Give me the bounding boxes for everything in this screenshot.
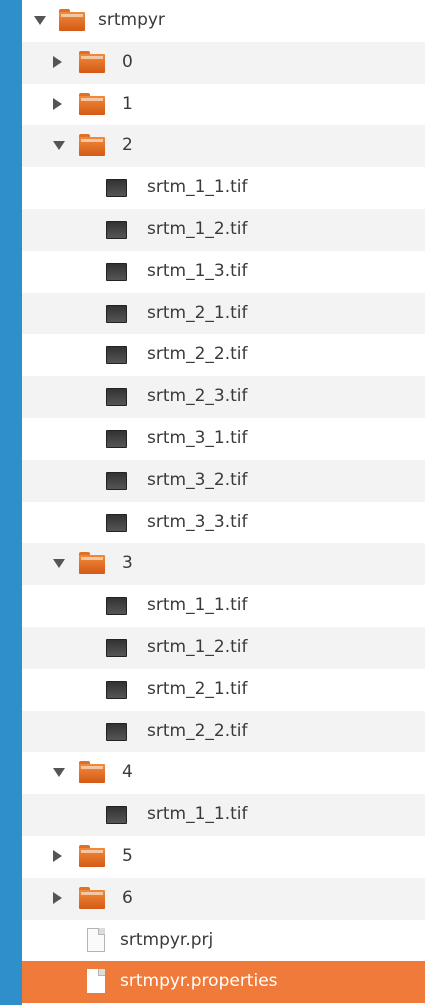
file-tree-panel: srtmpyr 0 1 2 srtm_1_1.tif srtm_1_2.tif srtm_1… xyxy=(22,0,425,1005)
expand-arrow-right-icon[interactable] xyxy=(53,849,62,862)
folder-icon xyxy=(59,9,85,31)
tree-item-label: srtm_2_2.tif xyxy=(147,344,248,365)
tree-folder-row[interactable]: 4 xyxy=(22,752,425,794)
tree-file-row[interactable]: srtm_1_1.tif xyxy=(22,167,425,209)
tree-file-row[interactable]: srtm_2_2.tif xyxy=(22,710,425,753)
tree-item-label: srtm_1_1.tif xyxy=(147,595,248,616)
tree-item-label: srtm_1_1.tif xyxy=(147,177,248,198)
tree-item-label: srtm_2_2.tif xyxy=(147,720,248,741)
expand-arrow-down-icon[interactable] xyxy=(34,16,46,25)
tree-file-row[interactable]: srtm_1_1.tif xyxy=(22,585,425,627)
tree-item-label: srtmpyr.prj xyxy=(120,929,214,950)
tree-item-label: srtm_3_1.tif xyxy=(147,427,248,448)
expand-arrow-down-icon[interactable] xyxy=(53,141,65,151)
folder-icon xyxy=(79,844,105,867)
tree-file-row[interactable]: srtmpyr.properties xyxy=(22,961,425,1004)
tree-item-label: srtm_2_3.tif xyxy=(147,386,248,407)
tree-item-label: srtm_1_3.tif xyxy=(147,260,248,281)
tree-file-row[interactable]: srtm_2_1.tif xyxy=(22,669,425,711)
tree-item-label: 6 xyxy=(122,887,133,908)
raster-file-icon xyxy=(106,388,127,407)
expand-arrow-right-icon[interactable] xyxy=(53,97,62,110)
raster-file-icon xyxy=(106,220,127,239)
tree-file-row[interactable]: srtm_1_2.tif xyxy=(22,626,425,669)
raster-file-icon xyxy=(106,680,127,699)
tree-item-label: srtmpyr.properties xyxy=(120,971,278,992)
tree-file-row[interactable]: srtm_2_1.tif xyxy=(22,292,425,335)
tree-file-row[interactable]: srtm_1_3.tif xyxy=(22,251,425,293)
raster-file-icon xyxy=(106,513,127,532)
raster-file-icon xyxy=(106,429,127,448)
raster-file-icon xyxy=(106,638,127,657)
tree-file-row[interactable]: srtm_3_2.tif xyxy=(22,459,425,502)
document-file-icon xyxy=(87,969,105,994)
raster-file-icon xyxy=(106,597,127,616)
raster-file-icon xyxy=(106,179,127,198)
expand-arrow-down-icon[interactable] xyxy=(53,559,65,569)
tree-item-label: srtm_1_2.tif xyxy=(147,218,248,239)
expand-arrow-right-icon[interactable] xyxy=(53,891,62,904)
tree-item-label: 5 xyxy=(122,845,133,866)
tree-file-row[interactable]: srtm_2_3.tif xyxy=(22,376,425,418)
tree-file-row[interactable]: srtm_3_1.tif xyxy=(22,418,425,460)
folder-icon xyxy=(79,761,105,784)
tree-item-label: srtm_3_2.tif xyxy=(147,469,248,490)
tree-file-row[interactable]: srtm_1_1.tif xyxy=(22,794,425,836)
tree-item-label: 2 xyxy=(122,135,133,156)
tree-item-label: 4 xyxy=(122,762,133,783)
document-file-icon xyxy=(87,927,105,952)
tree-item-label: srtm_2_1.tif xyxy=(147,302,248,323)
tree-item-label: srtm_2_1.tif xyxy=(147,678,248,699)
tree-folder-row[interactable]: 5 xyxy=(22,836,425,878)
raster-file-icon xyxy=(106,304,127,323)
tree-folder-row[interactable]: 3 xyxy=(22,543,425,586)
tree-folder-row[interactable]: 0 xyxy=(22,41,425,84)
folder-icon xyxy=(79,134,105,157)
tree-folder-row[interactable]: srtmpyr xyxy=(22,0,425,42)
raster-file-icon xyxy=(106,806,127,825)
folder-icon xyxy=(79,886,105,909)
tree-file-row[interactable]: srtm_2_2.tif xyxy=(22,334,425,376)
tree-file-row[interactable]: srtm_3_3.tif xyxy=(22,502,425,544)
tree-item-label: 3 xyxy=(122,553,133,574)
tree-folder-row[interactable]: 1 xyxy=(22,84,425,126)
tree-item-label: srtm_1_1.tif xyxy=(147,804,248,825)
tree-item-label: srtmpyr xyxy=(98,10,165,30)
expand-arrow-right-icon[interactable] xyxy=(53,55,62,68)
raster-file-icon xyxy=(106,346,127,365)
tree-item-label: srtm_1_2.tif xyxy=(147,636,248,657)
folder-icon xyxy=(79,552,105,575)
tree-folder-row[interactable]: 2 xyxy=(22,125,425,168)
tree-item-label: 1 xyxy=(122,93,133,114)
tree-item-label: 0 xyxy=(122,51,133,72)
raster-file-icon xyxy=(106,471,127,490)
folder-icon xyxy=(79,92,105,115)
file-tree: srtmpyr 0 1 2 srtm_1_1.tif srtm_1_2.tif srtm_1… xyxy=(22,0,425,1004)
tree-item-label: srtm_3_3.tif xyxy=(147,511,248,532)
tree-folder-row[interactable]: 6 xyxy=(22,877,425,920)
tree-file-row[interactable]: srtmpyr.prj xyxy=(22,920,425,962)
expand-arrow-down-icon[interactable] xyxy=(53,768,65,778)
raster-file-icon xyxy=(106,262,127,281)
tree-file-row[interactable]: srtm_1_2.tif xyxy=(22,208,425,251)
folder-icon xyxy=(79,50,105,73)
raster-file-icon xyxy=(106,722,127,741)
